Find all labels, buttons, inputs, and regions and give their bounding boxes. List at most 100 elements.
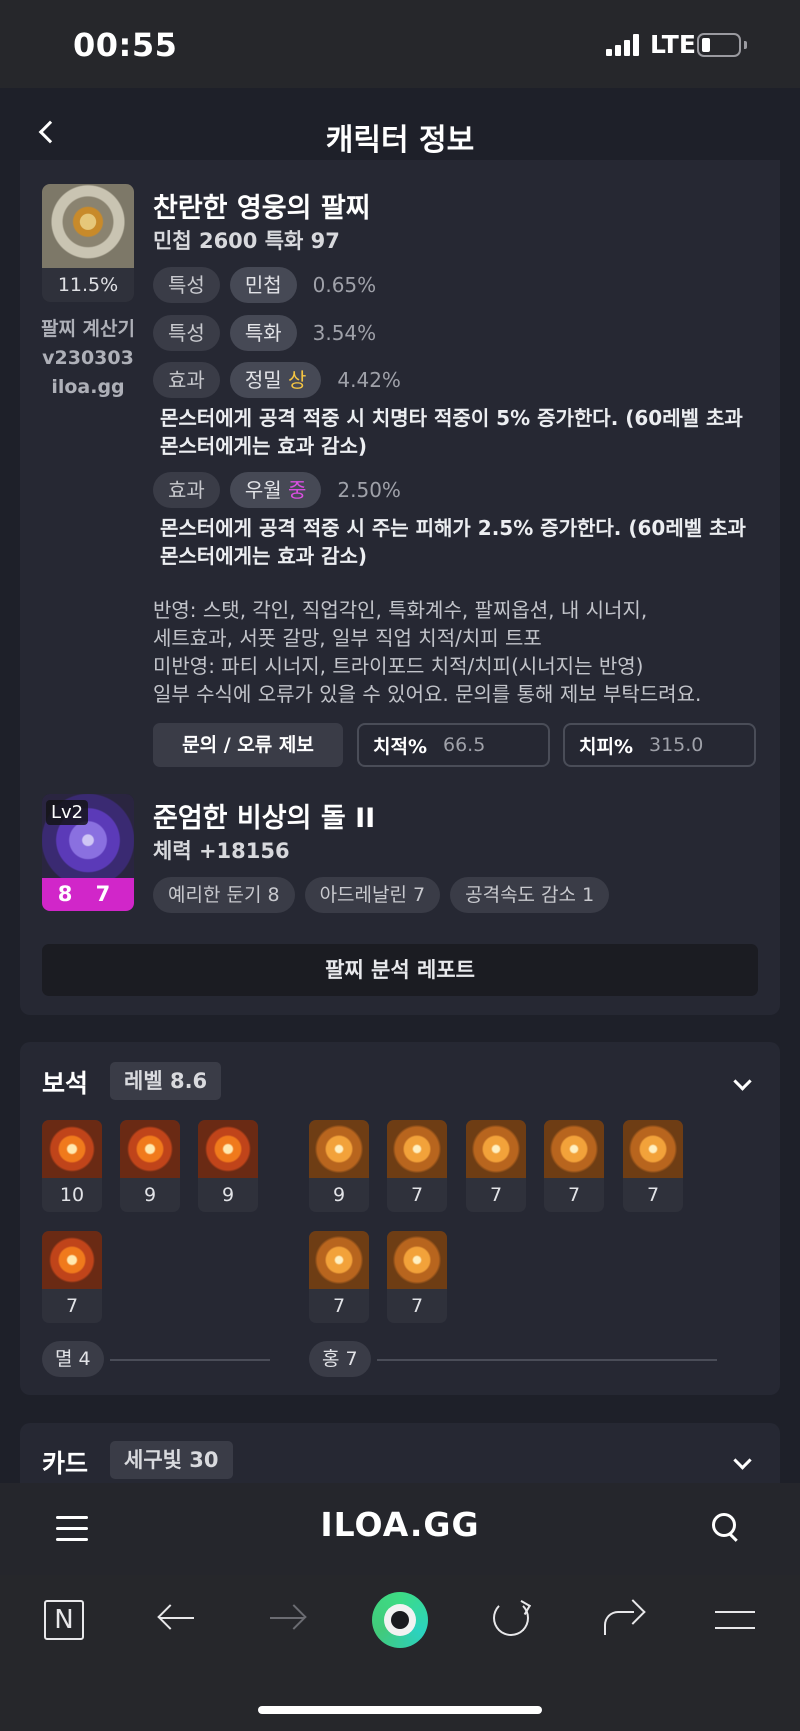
gem-level: 10 [59,1184,85,1206]
reflect-line: 미반영: 파티 시너지, 트라이포드 치적/치피(시너지는 반영) [153,654,644,678]
crit-damage-label: 치피% [579,735,633,758]
gem-item[interactable]: 7 [309,1231,369,1323]
crit-rate-value: 66.5 [443,734,486,756]
chevron-down-icon[interactable] [732,1075,752,1095]
gem-level: 7 [646,1184,660,1206]
gem-item[interactable]: 7 [387,1231,447,1323]
option-name-text: 정밀 [244,368,282,392]
gems-level-badge: 레벨 8.6 [110,1062,222,1100]
gem-level: 7 [332,1295,346,1317]
option-description: 몬스터에게 공격 적중 시 치명타 적중이 5% 증가한다. (60레벨 초과 … [160,406,743,458]
search-icon[interactable] [712,1513,744,1545]
gem-summary-left: 멸 4 [42,1341,104,1377]
engraving-pill: 아드레날린 7 [304,877,441,913]
gem-icon [387,1120,447,1178]
bracelet-calculator-label: 팔찌 계산기 v230303 iloa.gg [38,315,138,402]
ability-stone-icon: Lv2 [42,794,134,878]
crit-rate-field[interactable]: 치적% 66.5 [357,723,550,767]
home-indicator [258,1706,542,1714]
browser-menu-icon[interactable] [715,1611,755,1629]
reflect-notes: 반영: 스탯, 각인, 직업각인, 특화계수, 팔찌옵션, 내 시너지, 세트효… [153,596,773,708]
gem-item[interactable]: 7 [387,1120,447,1212]
stone-numbers: 8 7 1 [42,878,134,911]
bracelet-icon [42,184,134,268]
gem-item[interactable]: 9 [198,1120,258,1212]
gem-item[interactable]: 7 [466,1120,526,1212]
battery-cap [744,41,747,49]
option-value: 0.65% [312,273,377,297]
cards-title: 카드 [42,1449,89,1478]
gem-item[interactable]: 7 [42,1231,102,1323]
calc-line: iloa.gg [51,376,125,398]
page-title: 캐릭터 정보 [325,123,475,158]
gem-level: 7 [567,1184,581,1206]
green-dot-icon[interactable] [372,1592,428,1648]
status-bar: 00:55 LTE [0,0,800,88]
crit-damage-value: 315.0 [649,734,704,756]
bracelet-option-row: 특성 민첩 0.65% [153,267,376,303]
cards-set-badge: 세구빛 30 [110,1441,233,1479]
option-value: 3.54% [312,321,377,345]
gem-level: 7 [489,1184,503,1206]
crit-damage-field[interactable]: 치피% 315.0 [563,723,756,767]
stone-hp: 체력 +18156 [153,839,290,863]
option-name: 우월 중 [229,472,322,508]
gem-icon [42,1231,102,1289]
option-name: 민첩 [229,267,297,303]
option-grade: 중 [287,478,307,502]
option-name: 정밀 상 [229,362,322,398]
engraving-pill: 예리한 둔기 8 [153,877,295,913]
bracelet-stats: 민첩 2600 특화 97 [153,229,340,253]
gem-icon [387,1231,447,1289]
share-icon[interactable] [604,1601,644,1635]
gem-item[interactable]: 7 [544,1120,604,1212]
gem-icon [623,1120,683,1178]
site-bottom-nav: ILOA.GG [0,1483,800,1575]
option-tag: 특성 [153,267,220,303]
gem-level: 7 [65,1295,79,1317]
calc-line: v230303 [42,347,134,369]
gem-level: 9 [221,1184,235,1206]
bracelet-option-row: 효과 정밀 상 4.42% [153,362,401,398]
gem-divider [377,1359,717,1361]
bracelet-option-row: 효과 우월 중 2.50% [153,472,401,508]
gem-icon [198,1120,258,1178]
gem-icon [42,1120,102,1178]
option-description: 몬스터에게 공격 적중 시 주는 피해가 2.5% 증가한다. (60레벨 초과… [160,516,746,568]
bracelet-analysis-button[interactable]: 팔찌 분석 레포트 [42,944,758,996]
gem-item[interactable]: 9 [309,1120,369,1212]
gem-icon [309,1231,369,1289]
chevron-down-icon[interactable] [732,1454,752,1474]
gem-icon [120,1120,180,1178]
bracelet-title: 찬란한 영웅의 팔찌 [153,193,371,224]
battery-icon [697,33,741,57]
gem-level: 7 [410,1295,424,1317]
stone-title: 준엄한 비상의 돌 II [153,803,376,834]
browser-toolbar: N [0,1575,800,1731]
option-tag: 효과 [153,472,220,508]
gem-icon [466,1120,526,1178]
report-error-button[interactable]: 문의 / 오류 제보 [153,723,343,767]
gem-icon [544,1120,604,1178]
forward-arrow-icon [270,1617,304,1619]
reload-icon[interactable] [493,1600,529,1636]
crit-rate-label: 치적% [373,735,427,758]
back-arrow-icon[interactable] [160,1617,194,1619]
reflect-line: 반영: 스탯, 각인, 직업각인, 특화계수, 팔찌옵션, 내 시너지, [153,598,648,622]
stone-engravings: 예리한 둔기 8 아드레날린 7 공격속도 감소 1 [153,877,610,913]
option-name-text: 우월 [244,478,282,502]
gem-summary-right: 홍 7 [309,1341,371,1377]
naver-home-icon[interactable]: N [44,1600,84,1640]
gem-level: 7 [410,1184,424,1206]
bracelet-percent: 11.5% [42,268,134,302]
network-label: LTE [650,30,696,59]
gem-item[interactable]: 9 [120,1120,180,1212]
gem-item[interactable]: 7 [623,1120,683,1212]
ability-stone-thumbnail[interactable]: Lv2 8 7 1 [42,794,134,911]
gem-item[interactable]: 10 [42,1120,102,1212]
bracelet-option-row: 특성 특화 3.54% [153,315,376,351]
site-logo[interactable]: ILOA.GG [0,1505,800,1544]
bracelet-thumbnail[interactable]: 11.5% [42,184,134,302]
option-name: 특화 [229,315,297,351]
reflect-line: 일부 수식에 오류가 있을 수 있어요. 문의를 통해 제보 부탁드려요. [153,682,702,706]
